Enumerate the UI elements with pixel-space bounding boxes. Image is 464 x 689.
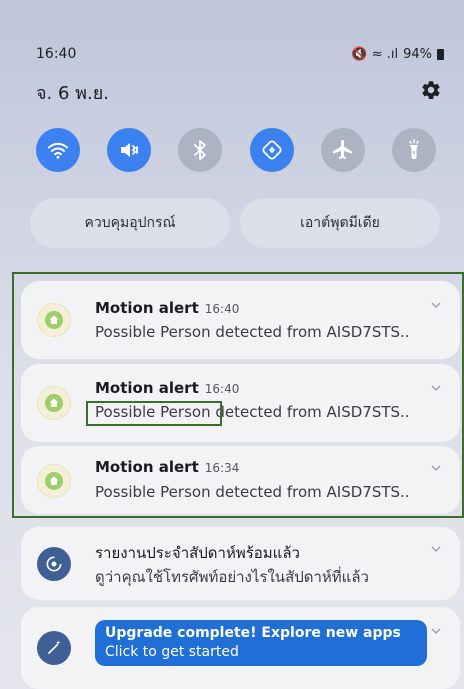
device-control-button[interactable]: ควบคุมอุปกรณ์ xyxy=(30,198,230,248)
flashlight-toggle[interactable] xyxy=(391,128,436,172)
battery-icon xyxy=(437,48,444,60)
notification-group-highlight xyxy=(12,272,464,518)
wifi-toggle[interactable] xyxy=(36,128,80,172)
upgrade-banner[interactable]: Upgrade complete! Explore new apps Click… xyxy=(95,620,427,666)
chevron-down-icon[interactable] xyxy=(430,625,442,637)
bluetooth-toggle[interactable] xyxy=(178,128,223,172)
battery-percent: 94% xyxy=(403,46,432,62)
date-row: จ. 6 พ.ย. xyxy=(36,80,442,104)
status-indicator-icons: 🔇 ≈ .ıl xyxy=(351,46,399,62)
sound-toggle[interactable] xyxy=(107,128,152,172)
auto-rotate-icon xyxy=(262,140,282,160)
notification-card[interactable]: รายงานประจำสัปดาห์พร้อมแล้ว ดูว่าคุณใช้โ… xyxy=(21,527,460,600)
quick-settings-row xyxy=(36,128,436,172)
digital-wellbeing-icon xyxy=(46,556,62,572)
airplane-icon xyxy=(332,140,352,159)
status-time: 16:40 xyxy=(36,46,77,62)
mute-icon xyxy=(121,143,139,157)
upgrade-title: Upgrade complete! Explore new apps xyxy=(105,625,401,641)
pill-row: ควบคุมอุปกรณ์ เอาต์พุตมีเดีย xyxy=(30,198,440,248)
notification-text: ดูว่าคุณใช้โทรศัพท์อย่างไรในสัปดาห์ที่แล… xyxy=(95,568,369,586)
app-icon xyxy=(37,547,71,581)
date-label: จ. 6 พ.ย. xyxy=(36,82,110,104)
upgrade-text: Click to get started xyxy=(105,644,239,660)
wifi-icon xyxy=(48,142,68,159)
notification-title: รายงานประจำสัปดาห์พร้อมแล้ว xyxy=(95,544,300,562)
bluetooth-icon xyxy=(194,140,207,160)
status-icons: 🔇 ≈ .ıl 94% xyxy=(351,47,444,62)
media-output-button[interactable]: เอาต์พุตมีเดีย xyxy=(240,198,440,248)
airplane-toggle[interactable] xyxy=(320,128,365,172)
app-icon xyxy=(37,631,71,665)
flashlight-icon xyxy=(409,139,419,159)
chevron-down-icon[interactable] xyxy=(430,543,442,555)
auto-rotate-toggle[interactable] xyxy=(249,128,294,172)
settings-button[interactable] xyxy=(420,79,442,105)
magic-wand-icon xyxy=(48,640,61,654)
gear-icon xyxy=(422,81,440,99)
status-bar: 16:40 🔇 ≈ .ıl 94% xyxy=(36,44,444,64)
